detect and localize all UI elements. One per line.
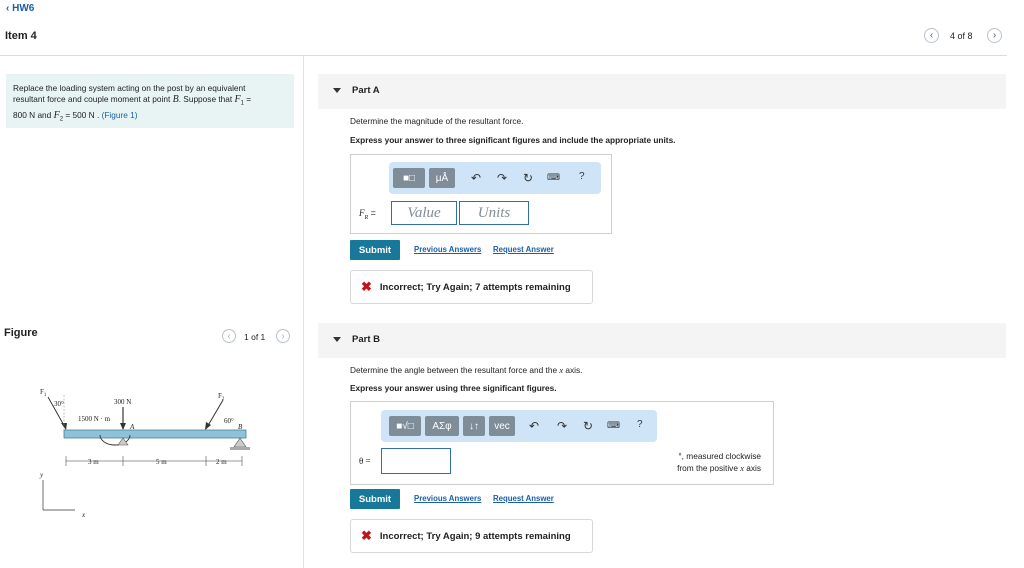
item-title: Item 4 — [5, 30, 37, 42]
y-axis-label: y — [39, 471, 44, 479]
incorrect-x-icon: ✖ — [361, 528, 372, 543]
item-pager: 4 of 8 — [950, 31, 973, 41]
fr-label: FR = — [359, 208, 376, 221]
previous-item-button[interactable]: ‹ — [924, 28, 939, 43]
figure-next-button[interactable]: › — [276, 329, 290, 343]
part-b-previous-answers-link[interactable]: Previous Answers — [414, 494, 481, 503]
f2-arrowhead — [205, 422, 211, 430]
help-button[interactable]: ? — [637, 419, 643, 430]
reset-icon[interactable]: ↻ — [523, 171, 533, 185]
chevron-left-icon: ‹ — [227, 330, 231, 342]
part-a-header[interactable]: Part A — [318, 74, 1006, 109]
part-b-request-answer-link[interactable]: Request Answer — [493, 494, 554, 503]
back-to-hw6-link[interactable]: ‹ HW6 — [6, 3, 34, 14]
figure-label: Figure — [4, 327, 38, 339]
help-button[interactable]: ? — [579, 171, 585, 182]
part-a-submit-button[interactable]: Submit — [350, 240, 400, 260]
chevron-right-icon: › — [992, 30, 997, 41]
figure-prev-button[interactable]: ‹ — [222, 329, 236, 343]
x-axis-label: x — [81, 511, 86, 519]
point-b-label: B — [238, 423, 243, 431]
part-b-toolbar: ■√□ ΑΣφ ↓↑ vec ↶ ↷ ↻ ⌨ ? — [381, 410, 657, 442]
templates-button[interactable]: ■√□ — [389, 416, 421, 436]
part-b-answer-box: ■√□ ΑΣφ ↓↑ vec ↶ ↷ ↻ ⌨ ? θ = °, measured… — [350, 401, 774, 485]
load-label: 300 N — [114, 398, 131, 406]
problem-line-3: 800 N and F2 = 500 N . (Figure 1) — [13, 109, 138, 123]
header-divider — [0, 55, 1007, 56]
point-a-label: A — [129, 423, 135, 431]
part-a-request-answer-link[interactable]: Request Answer — [493, 245, 554, 254]
part-b-title: Part B — [352, 334, 380, 345]
undo-icon[interactable]: ↶ — [529, 419, 539, 433]
ground-b — [230, 447, 250, 450]
moment-label: 1500 N · m — [78, 415, 111, 423]
figure-1-diagram: F1 30° 300 N 1500 N · m A F2 60° B 3 m 5… — [39, 388, 250, 519]
angle-60-label: 60° — [224, 417, 234, 425]
figure-pager: 1 of 1 — [244, 332, 266, 342]
f1-label: F1 — [40, 388, 47, 398]
figure-1-link[interactable]: (Figure 1) — [102, 110, 138, 120]
f2-label: F2 — [218, 392, 225, 402]
part-a-toolbar: ■□ μÅ ↶ ↷ ↻ ⌨ ? — [389, 162, 601, 194]
part-b-feedback: ✖ Incorrect; Try Again; 9 attempts remain… — [350, 519, 593, 553]
part-b-header[interactable]: Part B — [318, 323, 1006, 358]
redo-icon[interactable]: ↷ — [497, 171, 507, 185]
undo-icon[interactable]: ↶ — [471, 171, 481, 185]
theta-input[interactable] — [381, 448, 451, 474]
vector-button[interactable]: vec — [489, 416, 515, 436]
part-a-previous-answers-link[interactable]: Previous Answers — [414, 245, 481, 254]
load-arrowhead — [120, 423, 126, 430]
keyboard-icon[interactable]: ⌨ — [547, 172, 560, 183]
part-b-instruction: Express your answer using three signific… — [350, 383, 557, 393]
redo-icon[interactable]: ↷ — [557, 419, 567, 433]
templates-button[interactable]: ■□ — [393, 168, 425, 188]
units-button[interactable]: μÅ — [429, 168, 455, 188]
theta-label: θ = — [359, 456, 371, 466]
units-input[interactable]: Units — [459, 201, 529, 225]
chevron-left-icon: ‹ — [929, 30, 934, 41]
column-divider — [303, 55, 304, 568]
part-a-title: Part A — [352, 85, 380, 96]
problem-line-2: resultant force and couple moment at poi… — [13, 94, 252, 107]
part-a-feedback: ✖ Incorrect; Try Again; 7 attempts remain… — [350, 270, 593, 304]
next-item-button[interactable]: › — [987, 28, 1002, 43]
collapse-triangle-icon — [333, 88, 341, 93]
dim-3m-label: 3 m — [88, 458, 99, 466]
reset-icon[interactable]: ↻ — [583, 419, 593, 433]
keyboard-icon[interactable]: ⌨ — [607, 420, 620, 431]
part-a-instruction: Express your answer to three significant… — [350, 135, 676, 145]
sort-button[interactable]: ↓↑ — [463, 416, 485, 436]
value-input[interactable]: Value — [391, 201, 457, 225]
problem-statement: Replace the loading system acting on the… — [6, 74, 294, 128]
greek-symbols-button[interactable]: ΑΣφ — [425, 416, 459, 436]
angle-30-label: 30° — [54, 400, 64, 408]
theta-units-text: °, measured clockwise from the positive … — [677, 451, 761, 473]
part-b-question: Determine the angle between the resultan… — [350, 365, 583, 375]
beam — [63, 429, 247, 439]
part-a-answer-box: ■□ μÅ ↶ ↷ ↻ ⌨ ? FR = Value Units — [350, 154, 612, 234]
part-a-question: Determine the magnitude of the resultant… — [350, 116, 524, 126]
collapse-triangle-icon — [333, 337, 341, 342]
part-b-submit-button[interactable]: Submit — [350, 489, 400, 509]
problem-line-1: Replace the loading system acting on the… — [13, 83, 246, 93]
support-b — [233, 437, 247, 448]
chevron-right-icon: › — [281, 330, 285, 342]
incorrect-x-icon: ✖ — [361, 279, 372, 294]
dim-2m-label: 2 m — [216, 458, 227, 466]
dim-5m-label: 5 m — [156, 458, 167, 466]
